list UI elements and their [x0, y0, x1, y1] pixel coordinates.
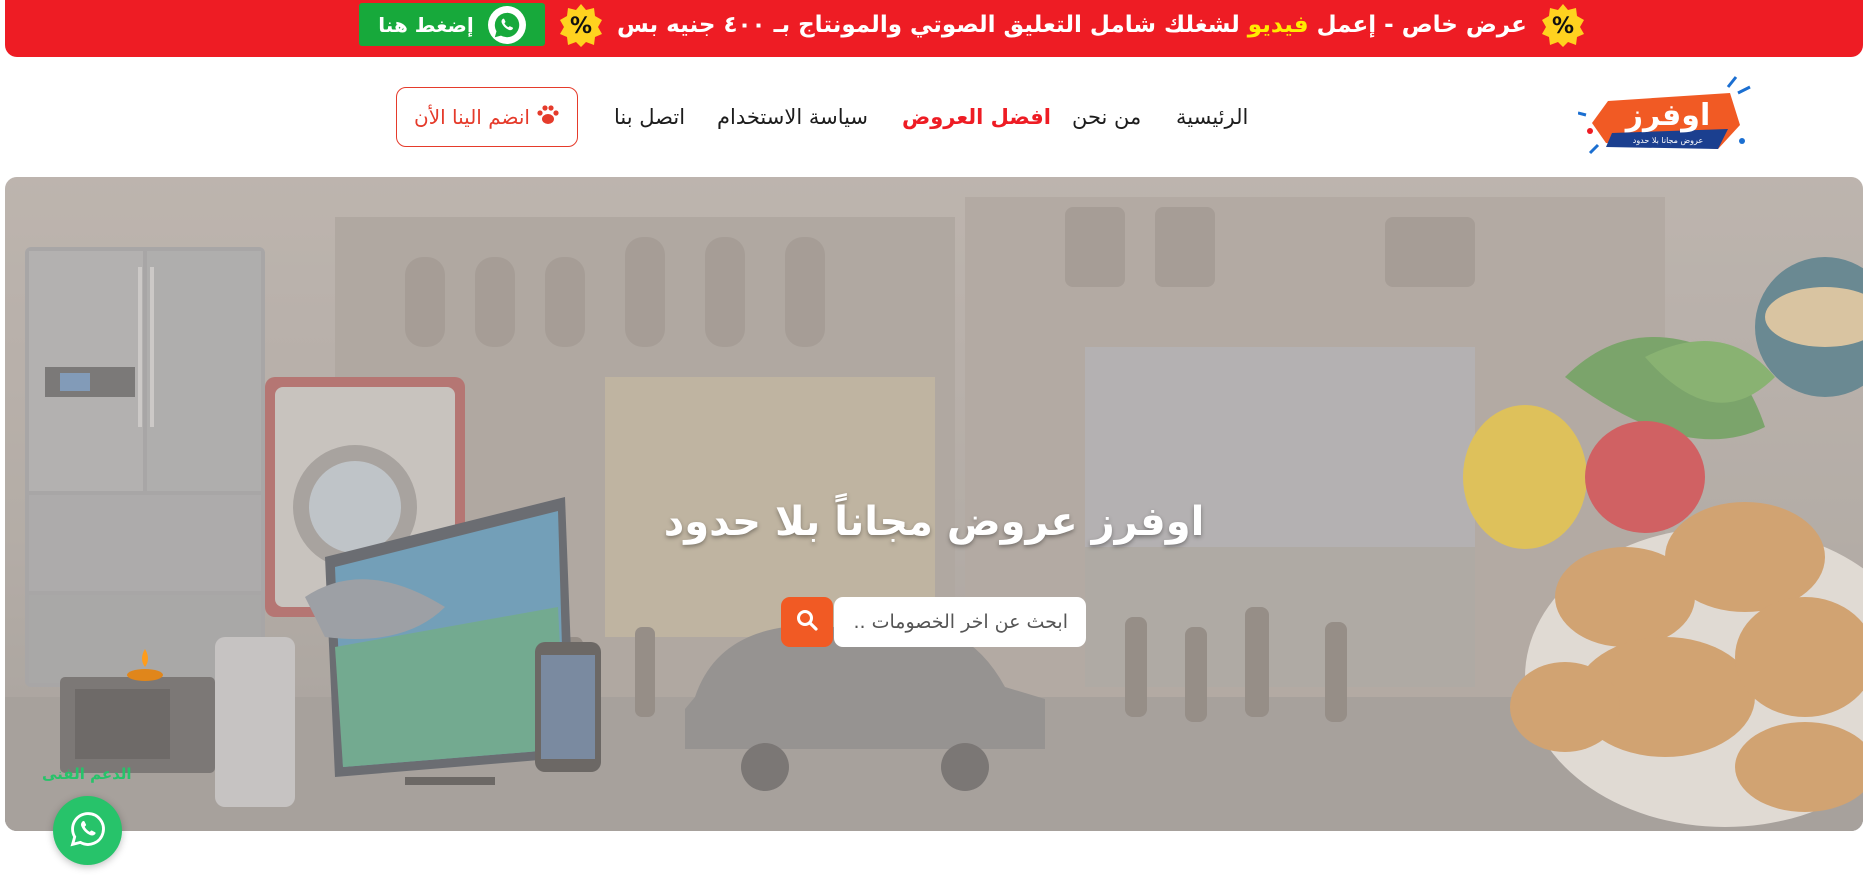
search-button[interactable]: [781, 597, 833, 647]
percent-badge-icon: %: [559, 3, 603, 47]
percent-badge-text: %: [570, 14, 592, 39]
nav-usage-policy[interactable]: سياسة الاستخدام: [717, 105, 868, 129]
join-label: انضم الينا الأن: [414, 105, 530, 129]
nav-best-offers[interactable]: افضل العروض: [902, 105, 1051, 129]
hero-title: اوفرز عروض مجاناً بلا حدود: [663, 499, 1205, 545]
hero-banner: اوفرز عروض مجاناً بلا حدود: [5, 177, 1863, 831]
promo-suffix: لشغلك شامل التعليق الصوتي والمونتاج بـ ٤…: [617, 11, 1248, 38]
nav-contact[interactable]: اتصل بنا: [614, 105, 685, 129]
support-whatsapp-button[interactable]: [53, 796, 122, 865]
promo-prefix: عرض خاص - إعمل: [1308, 11, 1527, 38]
logo-text: اوفرز: [1624, 98, 1711, 133]
site-logo[interactable]: اوفرز عروض مجانا بلا حدود: [1577, 75, 1754, 165]
nav-about[interactable]: من نحن: [1072, 105, 1141, 129]
promo-text: عرض خاص - إعمل فيديو لشغلك شامل التعليق …: [617, 12, 1527, 38]
logo-tagline: عروض مجانا بلا حدود: [1633, 136, 1703, 145]
search-input[interactable]: [834, 597, 1086, 647]
percent-badge-text: %: [1552, 14, 1574, 39]
site-header: اوفرز عروض مجانا بلا حدود الرئيسية من نح…: [0, 57, 1866, 177]
promo-bar: إضغط هنا % عرض خاص - إعمل فيديو لشغلك شا…: [5, 0, 1863, 57]
whatsapp-icon: [69, 810, 107, 852]
promo-highlight: فيديو: [1247, 11, 1309, 38]
promo-cta-button[interactable]: إضغط هنا: [359, 3, 545, 46]
nav-home[interactable]: الرئيسية: [1176, 105, 1248, 129]
support-label: الدعم الفنى: [42, 765, 132, 783]
paw-icon: [536, 104, 560, 131]
whatsapp-icon: [487, 5, 526, 44]
promo-content: إضغط هنا % عرض خاص - إعمل فيديو لشغلك شا…: [359, 0, 1585, 49]
promo-cta-label: إضغط هنا: [378, 12, 474, 37]
percent-badge-icon: %: [1541, 3, 1585, 47]
join-button[interactable]: انضم الينا الأن: [396, 87, 578, 147]
search-icon: [796, 609, 818, 635]
